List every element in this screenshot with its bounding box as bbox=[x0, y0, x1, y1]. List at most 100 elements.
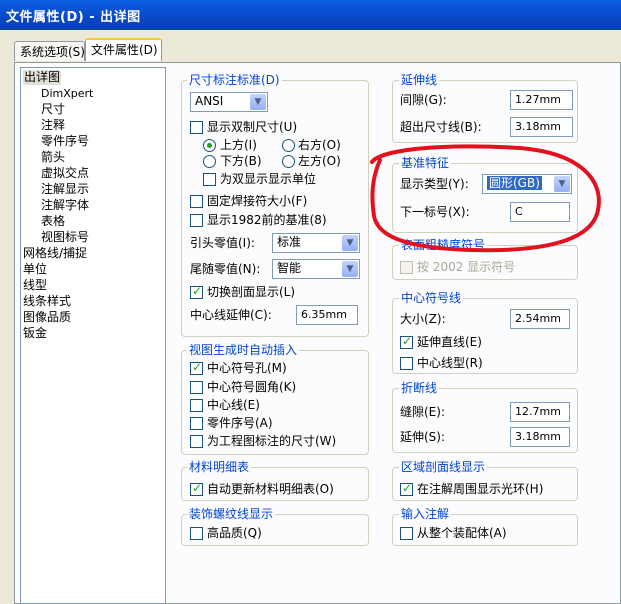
tree-item-view-labels[interactable]: 视图标号 bbox=[41, 230, 89, 245]
iso2002-checkbox[interactable] bbox=[400, 261, 413, 274]
ext-beyond-label: 超出尺寸线(B): bbox=[400, 120, 482, 134]
centerline-ext-label: 中心线延伸(C): bbox=[190, 308, 272, 322]
dual-unit-label: 为双显示显示单位 bbox=[220, 172, 317, 186]
input-note-title: 输入注解 bbox=[399, 507, 452, 521]
tree-item-sheet-metal[interactable]: 钣金 bbox=[23, 326, 47, 341]
dim-standard-value: ANSI bbox=[195, 94, 224, 108]
surface-title: 表面粗糙度符号 bbox=[399, 238, 488, 252]
dual-display-checkbox[interactable] bbox=[190, 121, 203, 134]
centerline-ext-input[interactable]: 6.35mm bbox=[296, 305, 358, 325]
show-1982-checkbox[interactable] bbox=[190, 214, 203, 227]
radio-down-label: 下方(B) bbox=[220, 154, 262, 168]
check-icon: ✓ bbox=[192, 481, 203, 495]
datum-type-select[interactable]: 圆形(GB) ▼ bbox=[482, 174, 572, 194]
radio-up[interactable] bbox=[203, 139, 216, 152]
balloons-checkbox[interactable] bbox=[190, 417, 203, 430]
tab-system-options[interactable]: 系统选项(S) bbox=[14, 41, 85, 61]
halo-label: 在注解周围显示光环(H) bbox=[417, 482, 544, 496]
tree-item-grid-snap[interactable]: 网格线/捕捉 bbox=[23, 246, 87, 261]
chevron-down-icon[interactable]: ▼ bbox=[342, 261, 358, 277]
leading-zeros-select[interactable]: 标准 ▼ bbox=[272, 233, 360, 253]
toggle-section-label: 切换剖面显示(L) bbox=[207, 285, 296, 299]
halo-checkbox[interactable]: ✓ bbox=[400, 481, 413, 496]
break-gap-label: 缝隙(E): bbox=[400, 405, 445, 419]
tree-item-dimensions[interactable]: 尺寸 bbox=[41, 102, 65, 117]
chevron-down-icon[interactable]: ▼ bbox=[342, 235, 358, 251]
leading-zeros-label: 引头零值(I): bbox=[190, 236, 255, 250]
tree-item-tables[interactable]: 表格 bbox=[41, 214, 65, 229]
dual-display-label: 显示双制尺寸(U) bbox=[207, 120, 298, 134]
tree-item-annotation-display[interactable]: 注解显示 bbox=[41, 182, 89, 197]
tree-item-line-style[interactable]: 线条样式 bbox=[23, 294, 71, 309]
datum-type-value: 圆形(GB) bbox=[487, 176, 542, 190]
check-icon: ✓ bbox=[192, 360, 203, 374]
bom-title: 材料明细表 bbox=[187, 460, 252, 474]
radio-right[interactable] bbox=[282, 139, 295, 152]
chevron-down-icon[interactable]: ▼ bbox=[250, 94, 266, 110]
tree-item-arrows[interactable]: 箭头 bbox=[41, 150, 65, 165]
radio-left[interactable] bbox=[282, 155, 295, 168]
marked-dims-label: 为工程图标注的尺寸(W) bbox=[207, 434, 337, 448]
tree-item-line-font[interactable]: 线型 bbox=[23, 278, 47, 293]
trailing-zeros-value: 智能 bbox=[277, 261, 302, 275]
center-mark-fillets-checkbox[interactable] bbox=[190, 381, 203, 394]
check-icon: ✓ bbox=[402, 334, 413, 348]
ext-gap-label: 间隙(G): bbox=[400, 93, 447, 107]
tree-item-image-quality[interactable]: 图像品质 bbox=[23, 310, 71, 325]
show-1982-label: 显示1982前的基准(8) bbox=[207, 213, 327, 227]
radio-down[interactable] bbox=[203, 155, 216, 168]
break-gap-input[interactable]: 12.7mm bbox=[510, 402, 570, 422]
hatch-title: 区域剖面线显示 bbox=[399, 460, 488, 474]
break-ext-input[interactable]: 3.18mm bbox=[510, 427, 570, 447]
title-bar: 文件属性(D) - 出详图 bbox=[0, 0, 621, 30]
center-mark-holes-label: 中心符号孔(M) bbox=[207, 361, 287, 375]
toggle-section-checkbox[interactable]: ✓ bbox=[190, 284, 203, 299]
tab-document-properties[interactable]: 文件属性(D) bbox=[85, 38, 162, 61]
dual-unit-checkbox[interactable] bbox=[203, 173, 216, 186]
auto-update-bom-checkbox[interactable]: ✓ bbox=[190, 481, 203, 496]
category-tree[interactable]: 出详图 DimXpert 尺寸 注释 零件序号 箭头 虚拟交点 注解显示 注解字… bbox=[20, 67, 166, 604]
extended-lines-checkbox[interactable]: ✓ bbox=[400, 334, 413, 349]
trailing-zeros-select[interactable]: 智能 ▼ bbox=[272, 259, 360, 279]
check-icon: ✓ bbox=[192, 284, 203, 298]
balloons-label: 零件序号(A) bbox=[207, 416, 273, 430]
centerline-font-checkbox[interactable] bbox=[400, 357, 413, 370]
tree-item-annotation-font[interactable]: 注解字体 bbox=[41, 198, 89, 213]
tree-item-notes[interactable]: 注释 bbox=[41, 118, 65, 133]
entire-assembly-label: 从整个装配体(A) bbox=[417, 526, 507, 540]
center-mark-title: 中心符号线 bbox=[399, 291, 464, 305]
dim-standard-select[interactable]: ANSI ▼ bbox=[190, 92, 268, 112]
auto-insert-title: 视图生成时自动插入 bbox=[187, 343, 300, 357]
radio-selected-dot bbox=[207, 143, 212, 148]
center-mark-fillets-label: 中心符号圆角(K) bbox=[207, 380, 297, 394]
center-size-input[interactable]: 2.54mm bbox=[510, 309, 570, 329]
fixed-weld-size-checkbox[interactable] bbox=[190, 195, 203, 208]
next-label-label: 下一标号(X): bbox=[400, 205, 470, 219]
center-mark-holes-checkbox[interactable]: ✓ bbox=[190, 360, 203, 375]
ext-gap-input[interactable]: 1.27mm bbox=[510, 90, 573, 110]
tree-item-detailing[interactable]: 出详图 bbox=[23, 70, 62, 85]
tree-item-dimxpert[interactable]: DimXpert bbox=[41, 86, 93, 101]
tree-item-balloons[interactable]: 零件序号 bbox=[41, 134, 89, 149]
radio-left-label: 左方(O) bbox=[298, 154, 341, 168]
centerlines-checkbox[interactable] bbox=[190, 399, 203, 412]
leading-zeros-value: 标准 bbox=[277, 235, 302, 249]
centerline-font-label: 中心线型(R) bbox=[417, 356, 483, 370]
break-ext-label: 延伸(S): bbox=[400, 430, 446, 444]
entire-assembly-checkbox[interactable] bbox=[400, 527, 413, 540]
fixed-weld-size-label: 固定焊接符大小(F) bbox=[207, 194, 308, 208]
tree-item-virtual-sharps[interactable]: 虚拟交点 bbox=[41, 166, 89, 181]
window-title: 文件属性(D) - 出详图 bbox=[6, 10, 141, 25]
chevron-down-icon[interactable]: ▼ bbox=[554, 176, 570, 192]
next-label-input[interactable]: C bbox=[510, 202, 570, 222]
marked-dims-checkbox[interactable] bbox=[190, 435, 203, 448]
high-quality-checkbox[interactable] bbox=[190, 527, 203, 540]
centerlines-label: 中心线(E) bbox=[207, 398, 260, 412]
center-size-label: 大小(Z): bbox=[400, 312, 446, 326]
radio-up-label: 上方(I) bbox=[220, 138, 257, 152]
tree-item-units[interactable]: 单位 bbox=[23, 262, 47, 277]
high-quality-label: 高品质(Q) bbox=[207, 526, 262, 540]
ext-beyond-input[interactable]: 3.18mm bbox=[510, 117, 573, 137]
datum-title: 基准特征 bbox=[399, 156, 452, 170]
radio-right-label: 右方(O) bbox=[298, 138, 341, 152]
